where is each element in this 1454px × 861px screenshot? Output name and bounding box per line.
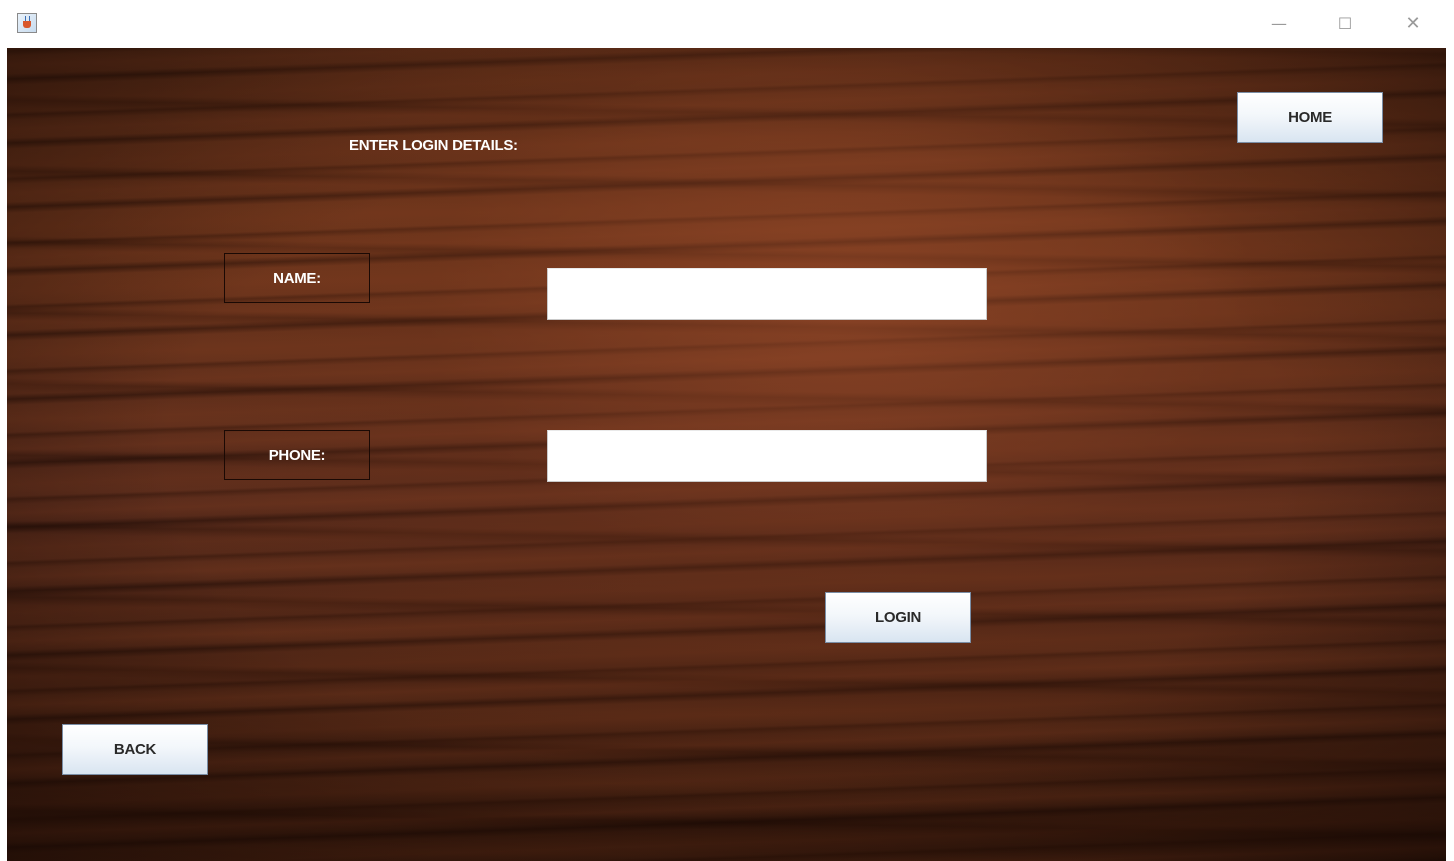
name-input[interactable] [547,268,987,320]
name-label: NAME: [224,253,370,303]
home-button[interactable]: HOME [1237,92,1383,143]
login-button[interactable]: LOGIN [825,592,971,643]
login-heading: ENTER LOGIN DETAILS: [349,137,518,154]
maximize-button[interactable]: ☐ [1322,0,1368,48]
close-button[interactable]: ✕ [1390,0,1436,48]
minimize-button[interactable]: — [1256,0,1302,48]
back-button[interactable]: BACK [62,724,208,775]
wood-background-panel: HOME ENTER LOGIN DETAILS: NAME: PHONE: L… [7,48,1446,861]
java-cup-icon [17,13,37,33]
cup-shape [23,21,31,28]
title-bar: — ☐ ✕ [0,0,1454,48]
phone-label: PHONE: [224,430,370,480]
phone-input[interactable] [547,430,987,482]
app-window: — ☐ ✕ HOME ENTER LOGIN DETAILS: NAME: PH… [0,0,1454,861]
